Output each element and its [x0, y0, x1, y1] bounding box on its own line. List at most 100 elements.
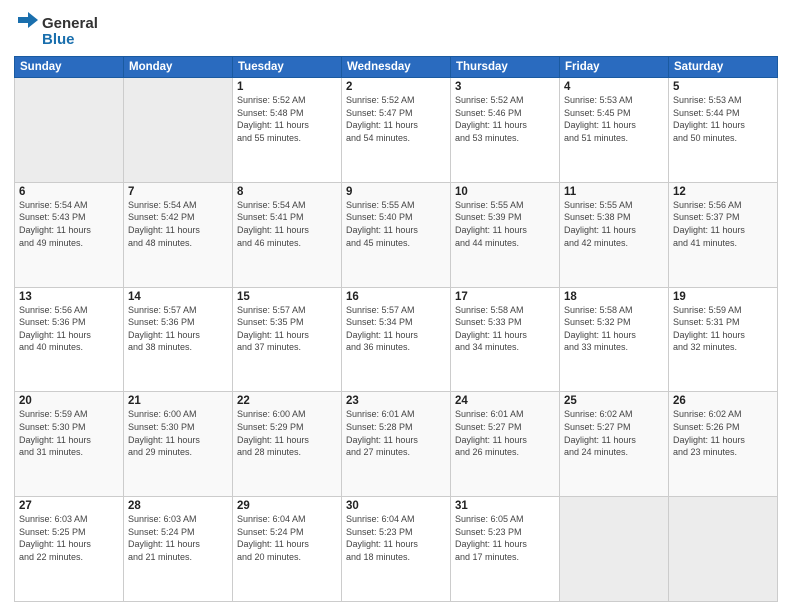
day-cell: 19Sunrise: 5:59 AM Sunset: 5:31 PM Dayli… — [669, 287, 778, 392]
day-cell: 7Sunrise: 5:54 AM Sunset: 5:42 PM Daylig… — [124, 182, 233, 287]
day-info: Sunrise: 6:02 AM Sunset: 5:27 PM Dayligh… — [564, 408, 664, 458]
day-info: Sunrise: 5:55 AM Sunset: 5:38 PM Dayligh… — [564, 199, 664, 249]
header-day-thursday: Thursday — [451, 57, 560, 78]
day-cell: 28Sunrise: 6:03 AM Sunset: 5:24 PM Dayli… — [124, 497, 233, 602]
day-number: 19 — [673, 291, 773, 303]
day-info: Sunrise: 5:52 AM Sunset: 5:47 PM Dayligh… — [346, 94, 446, 144]
day-cell: 23Sunrise: 6:01 AM Sunset: 5:28 PM Dayli… — [342, 392, 451, 497]
week-row-5: 27Sunrise: 6:03 AM Sunset: 5:25 PM Dayli… — [15, 497, 778, 602]
day-number: 21 — [128, 395, 228, 407]
header-day-monday: Monday — [124, 57, 233, 78]
day-number: 1 — [237, 81, 337, 93]
day-cell: 13Sunrise: 5:56 AM Sunset: 5:36 PM Dayli… — [15, 287, 124, 392]
day-info: Sunrise: 6:01 AM Sunset: 5:28 PM Dayligh… — [346, 408, 446, 458]
day-number: 3 — [455, 81, 555, 93]
day-cell: 22Sunrise: 6:00 AM Sunset: 5:29 PM Dayli… — [233, 392, 342, 497]
day-cell: 16Sunrise: 5:57 AM Sunset: 5:34 PM Dayli… — [342, 287, 451, 392]
day-info: Sunrise: 6:03 AM Sunset: 5:24 PM Dayligh… — [128, 513, 228, 563]
day-number: 11 — [564, 186, 664, 198]
header-day-friday: Friday — [560, 57, 669, 78]
day-number: 14 — [128, 291, 228, 303]
day-cell — [124, 78, 233, 183]
day-cell: 6Sunrise: 5:54 AM Sunset: 5:43 PM Daylig… — [15, 182, 124, 287]
day-info: Sunrise: 6:00 AM Sunset: 5:29 PM Dayligh… — [237, 408, 337, 458]
day-cell — [560, 497, 669, 602]
day-info: Sunrise: 5:58 AM Sunset: 5:33 PM Dayligh… — [455, 304, 555, 354]
day-number: 26 — [673, 395, 773, 407]
day-info: Sunrise: 6:00 AM Sunset: 5:30 PM Dayligh… — [128, 408, 228, 458]
header-day-saturday: Saturday — [669, 57, 778, 78]
day-number: 8 — [237, 186, 337, 198]
day-cell: 20Sunrise: 5:59 AM Sunset: 5:30 PM Dayli… — [15, 392, 124, 497]
day-cell: 17Sunrise: 5:58 AM Sunset: 5:33 PM Dayli… — [451, 287, 560, 392]
day-info: Sunrise: 5:57 AM Sunset: 5:36 PM Dayligh… — [128, 304, 228, 354]
day-cell: 14Sunrise: 5:57 AM Sunset: 5:36 PM Dayli… — [124, 287, 233, 392]
day-number: 2 — [346, 81, 446, 93]
week-row-1: 1Sunrise: 5:52 AM Sunset: 5:48 PM Daylig… — [15, 78, 778, 183]
day-info: Sunrise: 5:54 AM Sunset: 5:43 PM Dayligh… — [19, 199, 119, 249]
day-info: Sunrise: 5:59 AM Sunset: 5:30 PM Dayligh… — [19, 408, 119, 458]
day-number: 29 — [237, 500, 337, 512]
logo-svg: GeneralBlue — [14, 10, 104, 50]
day-info: Sunrise: 5:53 AM Sunset: 5:45 PM Dayligh… — [564, 94, 664, 144]
day-number: 15 — [237, 291, 337, 303]
day-info: Sunrise: 5:55 AM Sunset: 5:40 PM Dayligh… — [346, 199, 446, 249]
page-header: GeneralBlue — [14, 10, 778, 50]
day-number: 25 — [564, 395, 664, 407]
day-cell: 18Sunrise: 5:58 AM Sunset: 5:32 PM Dayli… — [560, 287, 669, 392]
day-info: Sunrise: 5:52 AM Sunset: 5:48 PM Dayligh… — [237, 94, 337, 144]
svg-text:General: General — [42, 15, 98, 32]
day-cell: 8Sunrise: 5:54 AM Sunset: 5:41 PM Daylig… — [233, 182, 342, 287]
day-info: Sunrise: 6:03 AM Sunset: 5:25 PM Dayligh… — [19, 513, 119, 563]
day-info: Sunrise: 6:04 AM Sunset: 5:24 PM Dayligh… — [237, 513, 337, 563]
day-number: 17 — [455, 291, 555, 303]
day-cell: 3Sunrise: 5:52 AM Sunset: 5:46 PM Daylig… — [451, 78, 560, 183]
day-cell — [669, 497, 778, 602]
day-cell: 4Sunrise: 5:53 AM Sunset: 5:45 PM Daylig… — [560, 78, 669, 183]
logo: GeneralBlue — [14, 10, 104, 50]
day-number: 30 — [346, 500, 446, 512]
day-cell: 29Sunrise: 6:04 AM Sunset: 5:24 PM Dayli… — [233, 497, 342, 602]
week-row-2: 6Sunrise: 5:54 AM Sunset: 5:43 PM Daylig… — [15, 182, 778, 287]
day-cell: 27Sunrise: 6:03 AM Sunset: 5:25 PM Dayli… — [15, 497, 124, 602]
header-day-wednesday: Wednesday — [342, 57, 451, 78]
header-day-sunday: Sunday — [15, 57, 124, 78]
day-cell — [15, 78, 124, 183]
day-number: 13 — [19, 291, 119, 303]
day-number: 4 — [564, 81, 664, 93]
calendar-table: SundayMondayTuesdayWednesdayThursdayFrid… — [14, 56, 778, 602]
day-info: Sunrise: 5:57 AM Sunset: 5:35 PM Dayligh… — [237, 304, 337, 354]
day-info: Sunrise: 5:56 AM Sunset: 5:36 PM Dayligh… — [19, 304, 119, 354]
day-cell: 31Sunrise: 6:05 AM Sunset: 5:23 PM Dayli… — [451, 497, 560, 602]
svg-text:Blue: Blue — [42, 31, 75, 48]
week-row-3: 13Sunrise: 5:56 AM Sunset: 5:36 PM Dayli… — [15, 287, 778, 392]
day-number: 18 — [564, 291, 664, 303]
day-number: 9 — [346, 186, 446, 198]
day-number: 7 — [128, 186, 228, 198]
day-info: Sunrise: 6:04 AM Sunset: 5:23 PM Dayligh… — [346, 513, 446, 563]
day-number: 22 — [237, 395, 337, 407]
header-day-tuesday: Tuesday — [233, 57, 342, 78]
day-info: Sunrise: 6:05 AM Sunset: 5:23 PM Dayligh… — [455, 513, 555, 563]
day-number: 5 — [673, 81, 773, 93]
day-cell: 5Sunrise: 5:53 AM Sunset: 5:44 PM Daylig… — [669, 78, 778, 183]
day-number: 6 — [19, 186, 119, 198]
day-number: 28 — [128, 500, 228, 512]
day-cell: 12Sunrise: 5:56 AM Sunset: 5:37 PM Dayli… — [669, 182, 778, 287]
day-number: 31 — [455, 500, 555, 512]
day-info: Sunrise: 5:56 AM Sunset: 5:37 PM Dayligh… — [673, 199, 773, 249]
day-number: 12 — [673, 186, 773, 198]
week-row-4: 20Sunrise: 5:59 AM Sunset: 5:30 PM Dayli… — [15, 392, 778, 497]
day-cell: 21Sunrise: 6:00 AM Sunset: 5:30 PM Dayli… — [124, 392, 233, 497]
day-cell: 25Sunrise: 6:02 AM Sunset: 5:27 PM Dayli… — [560, 392, 669, 497]
day-info: Sunrise: 5:53 AM Sunset: 5:44 PM Dayligh… — [673, 94, 773, 144]
day-number: 10 — [455, 186, 555, 198]
day-cell: 11Sunrise: 5:55 AM Sunset: 5:38 PM Dayli… — [560, 182, 669, 287]
day-info: Sunrise: 5:54 AM Sunset: 5:41 PM Dayligh… — [237, 199, 337, 249]
day-info: Sunrise: 5:54 AM Sunset: 5:42 PM Dayligh… — [128, 199, 228, 249]
day-info: Sunrise: 5:59 AM Sunset: 5:31 PM Dayligh… — [673, 304, 773, 354]
day-number: 16 — [346, 291, 446, 303]
day-number: 24 — [455, 395, 555, 407]
day-info: Sunrise: 5:55 AM Sunset: 5:39 PM Dayligh… — [455, 199, 555, 249]
day-info: Sunrise: 5:52 AM Sunset: 5:46 PM Dayligh… — [455, 94, 555, 144]
